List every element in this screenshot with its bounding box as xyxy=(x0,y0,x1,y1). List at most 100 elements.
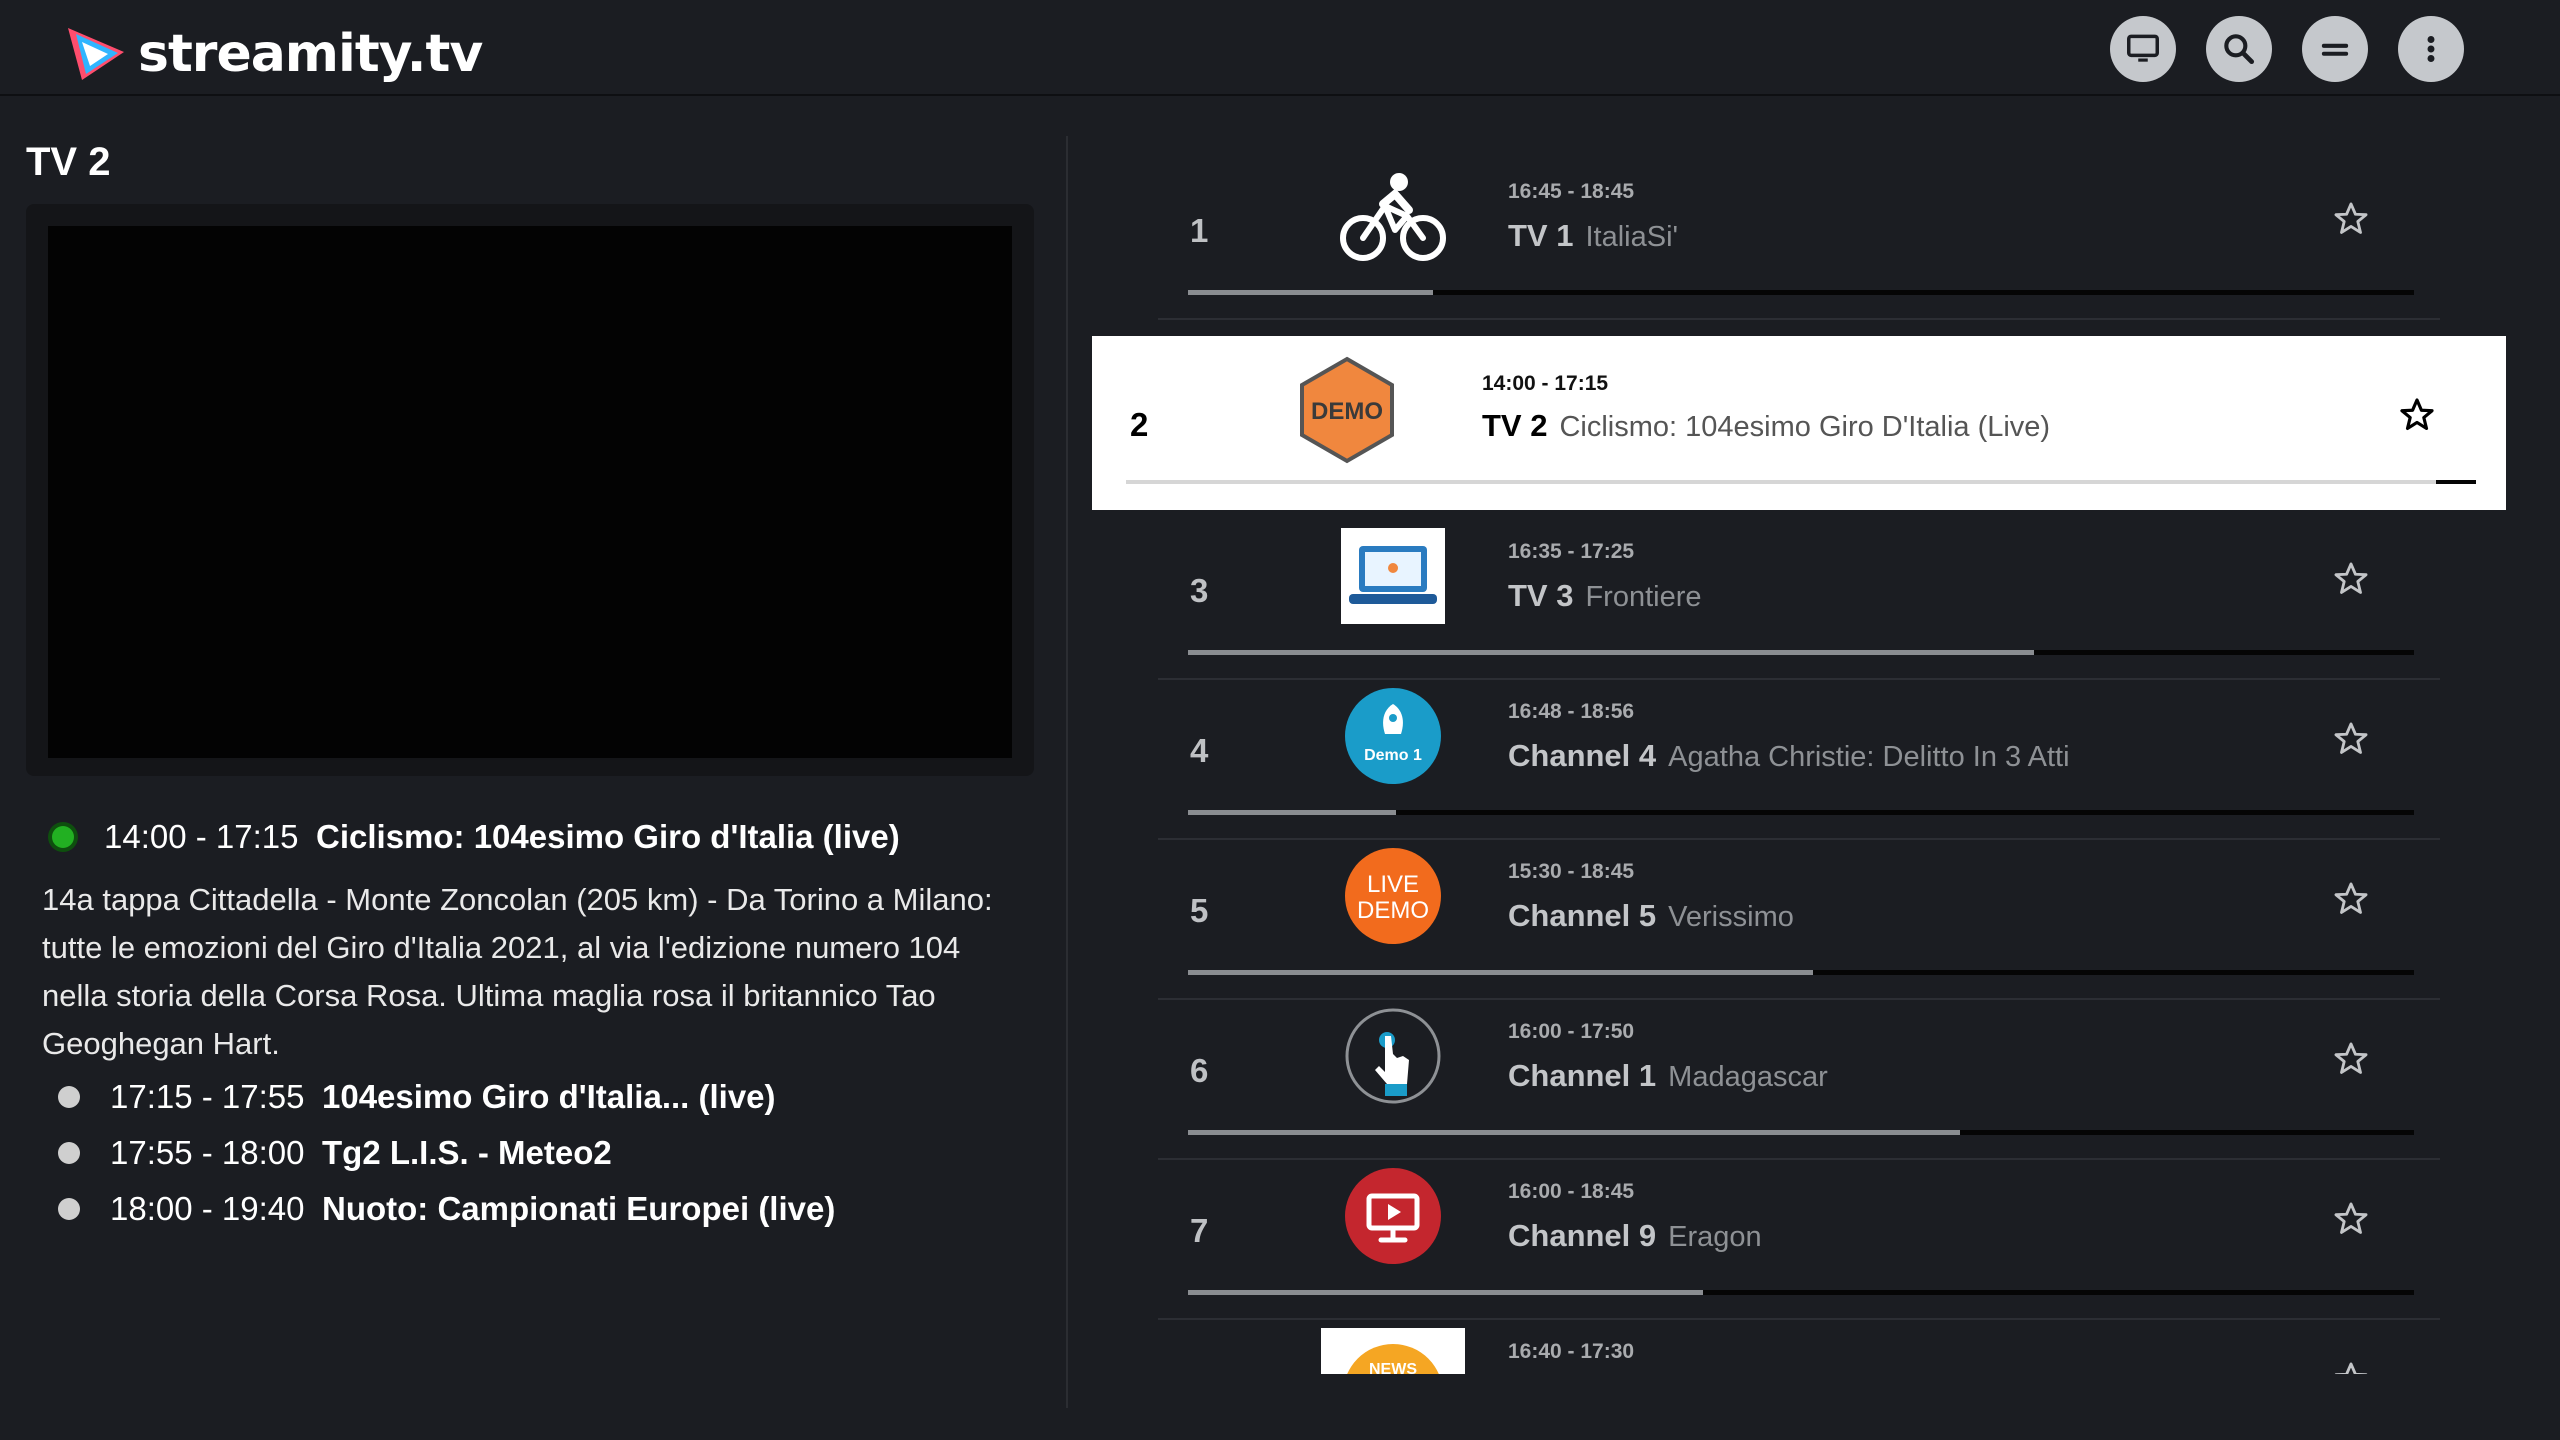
favorite-star-icon[interactable] xyxy=(2332,1360,2370,1374)
program-progress-bar xyxy=(1126,480,2476,484)
channel-name: Channel 1 xyxy=(1508,1058,1657,1093)
program-progress-bar xyxy=(1188,1130,2414,1135)
schedule-item[interactable]: 17:55 - 18:00 Tg2 L.I.S. - Meteo2 xyxy=(58,1134,612,1172)
program-time: 16:00 - 17:50 xyxy=(1508,1020,1635,1043)
program-time: 16:45 - 18:45 xyxy=(1508,180,1635,203)
schedule-dot-icon xyxy=(58,1198,80,1220)
favorite-star-icon[interactable] xyxy=(2332,1040,2370,1078)
brand-logo[interactable]: streamity.tv xyxy=(62,22,483,86)
program-progress-bar xyxy=(1188,290,2414,295)
program-time: 16:35 - 17:25 xyxy=(1508,540,1635,563)
menu-button[interactable] xyxy=(2302,16,2368,82)
schedule-time: 17:55 - 18:00 xyxy=(110,1134,305,1171)
pointer-hand-icon xyxy=(1345,1008,1441,1104)
channel-name: TV 2 xyxy=(1482,408,1548,443)
channel-logo: NEWS xyxy=(1318,1320,1468,1374)
channel-row[interactable]: 5 LIVE DEMO 15:30 - 18:45 Channel 5 Veris… xyxy=(1158,840,2440,1000)
schedule-time: 17:15 - 17:55 xyxy=(110,1078,305,1115)
svg-text:DEMO: DEMO xyxy=(1357,897,1429,924)
favorite-star-icon[interactable] xyxy=(2332,200,2370,238)
schedule-dot-icon xyxy=(58,1086,80,1108)
channel-logo xyxy=(1318,520,1468,632)
program-time: 15:30 - 18:45 xyxy=(1508,860,1635,883)
channel-row[interactable]: 4 Demo 1 16:48 - 18:56 Channel 4 Agatha C… xyxy=(1158,680,2440,840)
channel-logo: DEMO xyxy=(1272,354,1422,466)
channel-row-active[interactable]: 2 DEMO 14:00 - 17:15 TV 2 Ciclismo: 104es… xyxy=(1092,336,2506,510)
tv-button[interactable] xyxy=(2110,16,2176,82)
schedule-title: Nuoto: Campionati Europei (live) xyxy=(322,1190,836,1227)
channel-row[interactable]: 8 NEWS 16:40 - 17:30 xyxy=(1158,1320,2440,1374)
presentation-icon xyxy=(1345,1168,1441,1264)
more-button[interactable] xyxy=(2398,16,2464,82)
channel-logo xyxy=(1318,1160,1468,1272)
rocket-demo-icon: Demo 1 xyxy=(1345,688,1441,784)
svg-text:DEMO: DEMO xyxy=(1311,398,1383,425)
program-time: 16:00 - 18:45 xyxy=(1508,1180,1635,1203)
channel-name: Channel 4 xyxy=(1508,738,1657,773)
live-indicator-icon xyxy=(52,826,74,848)
program-title: Verissimo xyxy=(1668,901,1794,933)
favorite-star-icon[interactable] xyxy=(2332,720,2370,758)
favorite-star-icon[interactable] xyxy=(2332,1200,2370,1238)
schedule-item[interactable]: 18:00 - 19:40 Nuoto: Campionati Europei … xyxy=(58,1190,835,1228)
demo-hexagon-icon: DEMO xyxy=(1300,356,1394,464)
channel-name: TV 3 xyxy=(1508,578,1574,613)
program-title: ItaliaSi' xyxy=(1585,221,1679,253)
channel-row[interactable]: 3 16:35 - 17:25 TV 3 Frontiere xyxy=(1158,520,2440,680)
play-logo-icon xyxy=(68,28,124,80)
program-time: 14:00 - 17:15 xyxy=(1482,372,1609,395)
channel-logo xyxy=(1318,160,1468,272)
svg-text:LIVE: LIVE xyxy=(1367,871,1419,898)
program-title: Agatha Christie: Delitto In 3 Atti xyxy=(1668,741,2070,773)
program-progress-bar xyxy=(1188,650,2414,655)
video-player[interactable] xyxy=(48,226,1012,758)
favorite-star-icon[interactable] xyxy=(2398,396,2436,434)
menu-icon xyxy=(2321,43,2349,56)
favorite-star-icon[interactable] xyxy=(2332,880,2370,918)
now-playing-row: 14:00 - 17:15 Ciclismo: 104esimo Giro d'… xyxy=(52,818,900,856)
channel-name: Channel 9 xyxy=(1508,1218,1657,1253)
channel-name: TV 1 xyxy=(1508,218,1574,253)
favorite-star-icon[interactable] xyxy=(2332,560,2370,598)
channel-number: 7 xyxy=(1190,1212,1209,1249)
tv-icon xyxy=(2127,34,2159,62)
program-progress-bar xyxy=(1188,1290,2414,1295)
channel-row[interactable]: 6 16:00 - 17:50 Channel 1 Madagascar xyxy=(1158,1000,2440,1160)
channel-name: Channel 5 xyxy=(1508,898,1657,933)
schedule-dot-icon xyxy=(58,1142,80,1164)
channel-number: 4 xyxy=(1190,732,1209,769)
search-button[interactable] xyxy=(2206,16,2272,82)
channel-logo: LIVE DEMO xyxy=(1318,840,1468,952)
schedule-time: 18:00 - 19:40 xyxy=(110,1190,305,1227)
channel-row[interactable]: 1 16:45 - 18:45 TV 1 ItaliaSi' xyxy=(1158,160,2440,320)
search-icon xyxy=(2224,34,2255,65)
schedule-title: 104esimo Giro d'Italia... (live) xyxy=(322,1078,776,1115)
channel-logo: Demo 1 xyxy=(1318,680,1468,792)
program-time: 16:40 - 17:30 xyxy=(1508,1340,1635,1363)
more-vertical-icon xyxy=(2427,36,2435,62)
svg-text:NEWS: NEWS xyxy=(1369,1361,1417,1374)
video-player-frame xyxy=(26,204,1034,776)
schedule-item[interactable]: 17:15 - 17:55 104esimo Giro d'Italia... … xyxy=(58,1078,776,1116)
now-playing-title: Ciclismo: 104esimo Giro d'Italia (live) xyxy=(316,818,900,855)
program-title: Eragon xyxy=(1668,1221,1762,1253)
brand-name: streamity.tv xyxy=(138,24,483,84)
svg-text:Demo 1: Demo 1 xyxy=(1364,747,1422,764)
now-playing-description: 14a tappa Cittadella - Monte Zoncolan (2… xyxy=(42,882,993,1061)
laptop-icon xyxy=(1341,528,1445,624)
column-divider xyxy=(1066,136,1068,1408)
now-playing-time: 14:00 - 17:15 xyxy=(104,818,299,855)
program-progress-bar xyxy=(1188,970,2414,975)
channel-row[interactable]: 7 16:00 - 18:45 Channel 9 Eragon xyxy=(1158,1160,2440,1320)
program-title: Ciclismo: 104esimo Giro D'Italia (Live) xyxy=(1559,411,2051,443)
news-icon: NEWS xyxy=(1321,1328,1465,1374)
channel-list: 1 16:45 - 18:45 TV 1 ItaliaSi' 2 DEMO 14:… xyxy=(1092,160,2508,1374)
channel-number: 1 xyxy=(1190,212,1209,249)
channel-number: 2 xyxy=(1130,406,1149,443)
program-title: Madagascar xyxy=(1668,1061,1828,1093)
top-bar: streamity.tv xyxy=(0,0,2560,96)
program-title: Frontiere xyxy=(1585,581,1702,613)
channel-number: 3 xyxy=(1190,572,1209,609)
channel-number: 8 xyxy=(1190,1372,1208,1374)
channel-logo xyxy=(1318,1000,1468,1112)
